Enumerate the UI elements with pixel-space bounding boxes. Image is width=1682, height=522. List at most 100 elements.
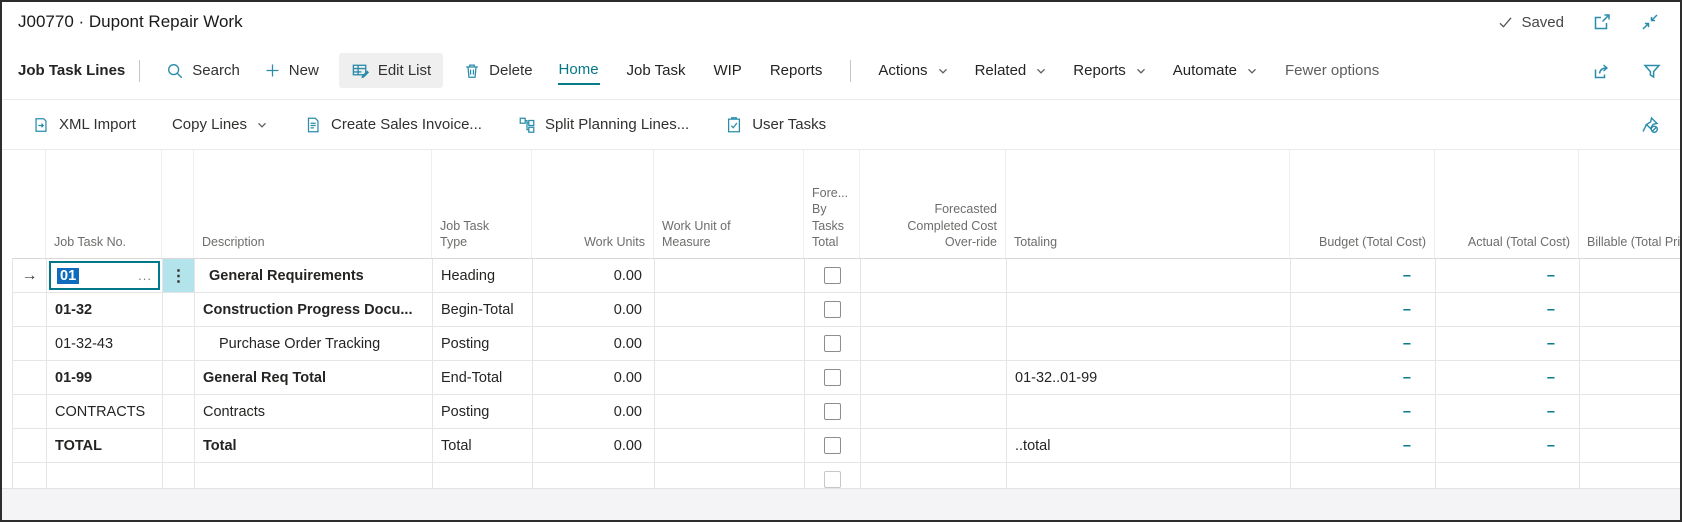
cell-actual-total-cost-link[interactable]: – bbox=[1436, 259, 1580, 292]
cell-forecasted-override[interactable] bbox=[861, 395, 1007, 428]
cell-job-task-no[interactable]: 01-32-43 bbox=[47, 327, 163, 360]
cell-row-menu[interactable] bbox=[163, 361, 195, 394]
cell-description[interactable]: General Requirements bbox=[195, 259, 433, 292]
cell-job-task-no[interactable]: 01 ... bbox=[47, 259, 163, 292]
cell-budget-total-cost-link[interactable]: – bbox=[1291, 361, 1436, 394]
cell-budget-total-cost-link[interactable]: – bbox=[1291, 327, 1436, 360]
column-header-fore-by-tasks-total[interactable]: Fore... By Tasks Total bbox=[804, 150, 860, 258]
cell-work-unit-of-measure[interactable] bbox=[655, 259, 805, 292]
checkbox[interactable] bbox=[824, 335, 841, 352]
cell-work-unit-of-measure[interactable] bbox=[655, 327, 805, 360]
cell-actual-total-cost-link[interactable]: – bbox=[1436, 361, 1580, 394]
cell-job-task-no[interactable]: 01-99 bbox=[47, 361, 163, 394]
cell-row-menu[interactable] bbox=[163, 293, 195, 326]
tab-home[interactable]: Home bbox=[558, 56, 600, 85]
cell-budget-total-cost-link[interactable]: – bbox=[1291, 395, 1436, 428]
cell-totaling[interactable]: ..total bbox=[1007, 429, 1291, 462]
cell-actual-total-cost-link[interactable]: – bbox=[1436, 327, 1580, 360]
cell-description[interactable]: Purchase Order Tracking bbox=[195, 327, 433, 360]
cell-budget-total-cost-link[interactable]: – bbox=[1291, 293, 1436, 326]
cell-description[interactable]: General Req Total bbox=[195, 361, 433, 394]
new-button[interactable]: New bbox=[264, 62, 319, 79]
column-header-billable-total-price[interactable]: Billable (Total Pric bbox=[1579, 150, 1682, 258]
cell-forecasted-override[interactable] bbox=[861, 259, 1007, 292]
checkbox[interactable] bbox=[824, 301, 841, 318]
cell-description[interactable]: Total bbox=[195, 429, 433, 462]
checkbox[interactable] bbox=[824, 471, 841, 488]
cell-totaling[interactable] bbox=[1007, 259, 1291, 292]
cell-work-unit-of-measure[interactable] bbox=[655, 429, 805, 462]
xml-import-button[interactable]: XML Import bbox=[32, 116, 136, 134]
cell-forecasted-override[interactable] bbox=[861, 361, 1007, 394]
cell-totaling[interactable] bbox=[1007, 395, 1291, 428]
cell-forecasted-override[interactable] bbox=[861, 293, 1007, 326]
collapse-button[interactable] bbox=[1640, 12, 1660, 32]
column-header-forecasted-completed-cost-override[interactable]: Forecasted Completed Cost Over-ride bbox=[860, 150, 1006, 258]
cell-job-task-type[interactable]: End-Total bbox=[433, 361, 533, 394]
cell-work-units[interactable]: 0.00 bbox=[533, 361, 655, 394]
cell-budget-total-cost-link[interactable]: – bbox=[1291, 429, 1436, 462]
cell-job-task-no[interactable]: TOTAL bbox=[47, 429, 163, 462]
cell-job-task-type[interactable]: Total bbox=[433, 429, 533, 462]
checkbox[interactable] bbox=[824, 267, 841, 284]
cell-work-units[interactable]: 0.00 bbox=[533, 327, 655, 360]
cell-job-task-type[interactable]: Posting bbox=[433, 395, 533, 428]
checkbox[interactable] bbox=[824, 403, 841, 420]
cell-description[interactable]: Contracts bbox=[195, 395, 433, 428]
cell-work-units[interactable]: 0.00 bbox=[533, 293, 655, 326]
menu-actions[interactable]: Actions bbox=[878, 62, 948, 79]
cell-billable-total-price[interactable] bbox=[1580, 259, 1682, 292]
edit-list-button[interactable]: Edit List bbox=[339, 53, 443, 88]
menu-related[interactable]: Related bbox=[975, 62, 1048, 79]
cell-job-task-no[interactable]: CONTRACTS bbox=[47, 395, 163, 428]
cell-description[interactable]: Construction Progress Docu... bbox=[195, 293, 433, 326]
cell-totaling[interactable] bbox=[1007, 327, 1291, 360]
delete-button[interactable]: Delete bbox=[463, 62, 532, 80]
job-task-no-editor[interactable]: 01 ... bbox=[49, 261, 160, 290]
cell-job-task-type[interactable]: Posting bbox=[433, 327, 533, 360]
cell-actual-total-cost-link[interactable]: – bbox=[1436, 429, 1580, 462]
cell-forecasted-override[interactable] bbox=[861, 327, 1007, 360]
column-header-work-unit-of-measure[interactable]: Work Unit of Measure bbox=[654, 150, 804, 258]
cell-job-task-type[interactable]: Begin-Total bbox=[433, 293, 533, 326]
checkbox[interactable] bbox=[824, 437, 841, 454]
copy-lines-button[interactable]: Copy Lines bbox=[172, 116, 268, 133]
menu-automate[interactable]: Automate bbox=[1173, 62, 1258, 79]
cell-totaling[interactable] bbox=[1007, 293, 1291, 326]
cell-forecasted-override[interactable] bbox=[861, 429, 1007, 462]
cell-billable-total-price[interactable] bbox=[1580, 361, 1682, 394]
cell-work-units[interactable]: 0.00 bbox=[533, 429, 655, 462]
split-planning-lines-button[interactable]: Split Planning Lines... bbox=[518, 116, 689, 134]
menu-reports[interactable]: Reports bbox=[1073, 62, 1147, 79]
cell-row-menu[interactable] bbox=[163, 327, 195, 360]
cell-work-units[interactable]: 0.00 bbox=[533, 395, 655, 428]
row-menu-button[interactable]: ⋮ bbox=[163, 259, 195, 292]
cell-budget-total-cost-link[interactable]: – bbox=[1291, 259, 1436, 292]
column-header-budget-total-cost[interactable]: Budget (Total Cost) bbox=[1290, 150, 1435, 258]
cell-actual-total-cost-link[interactable]: – bbox=[1436, 395, 1580, 428]
cell-billable-total-price[interactable] bbox=[1580, 395, 1682, 428]
tab-reports[interactable]: Reports bbox=[769, 57, 824, 84]
cell-job-task-no[interactable]: 01-32 bbox=[47, 293, 163, 326]
cell-actual-total-cost-link[interactable]: – bbox=[1436, 293, 1580, 326]
column-header-totaling[interactable]: Totaling bbox=[1006, 150, 1290, 258]
checkbox[interactable] bbox=[824, 369, 841, 386]
cell-row-menu[interactable] bbox=[163, 395, 195, 428]
column-header-actual-total-cost[interactable]: Actual (Total Cost) bbox=[1435, 150, 1579, 258]
column-header-job-task-no[interactable]: Job Task No. bbox=[46, 150, 162, 258]
user-tasks-button[interactable]: User Tasks bbox=[725, 116, 826, 134]
cell-billable-total-price[interactable] bbox=[1580, 429, 1682, 462]
open-in-new-window-button[interactable] bbox=[1592, 12, 1612, 32]
cell-billable-total-price[interactable] bbox=[1580, 293, 1682, 326]
cell-work-unit-of-measure[interactable] bbox=[655, 361, 805, 394]
search-button[interactable]: Search bbox=[166, 62, 240, 80]
column-header-description[interactable]: Description bbox=[194, 150, 432, 258]
create-sales-invoice-button[interactable]: Create Sales Invoice... bbox=[304, 116, 482, 134]
filter-button[interactable] bbox=[1642, 61, 1662, 81]
fewer-options-button[interactable]: Fewer options bbox=[1285, 62, 1379, 79]
share-button[interactable] bbox=[1592, 61, 1612, 81]
cell-work-unit-of-measure[interactable] bbox=[655, 293, 805, 326]
column-header-job-task-type[interactable]: Job Task Type bbox=[432, 150, 532, 258]
cell-job-task-type[interactable]: Heading bbox=[433, 259, 533, 292]
cell-work-units[interactable]: 0.00 bbox=[533, 259, 655, 292]
